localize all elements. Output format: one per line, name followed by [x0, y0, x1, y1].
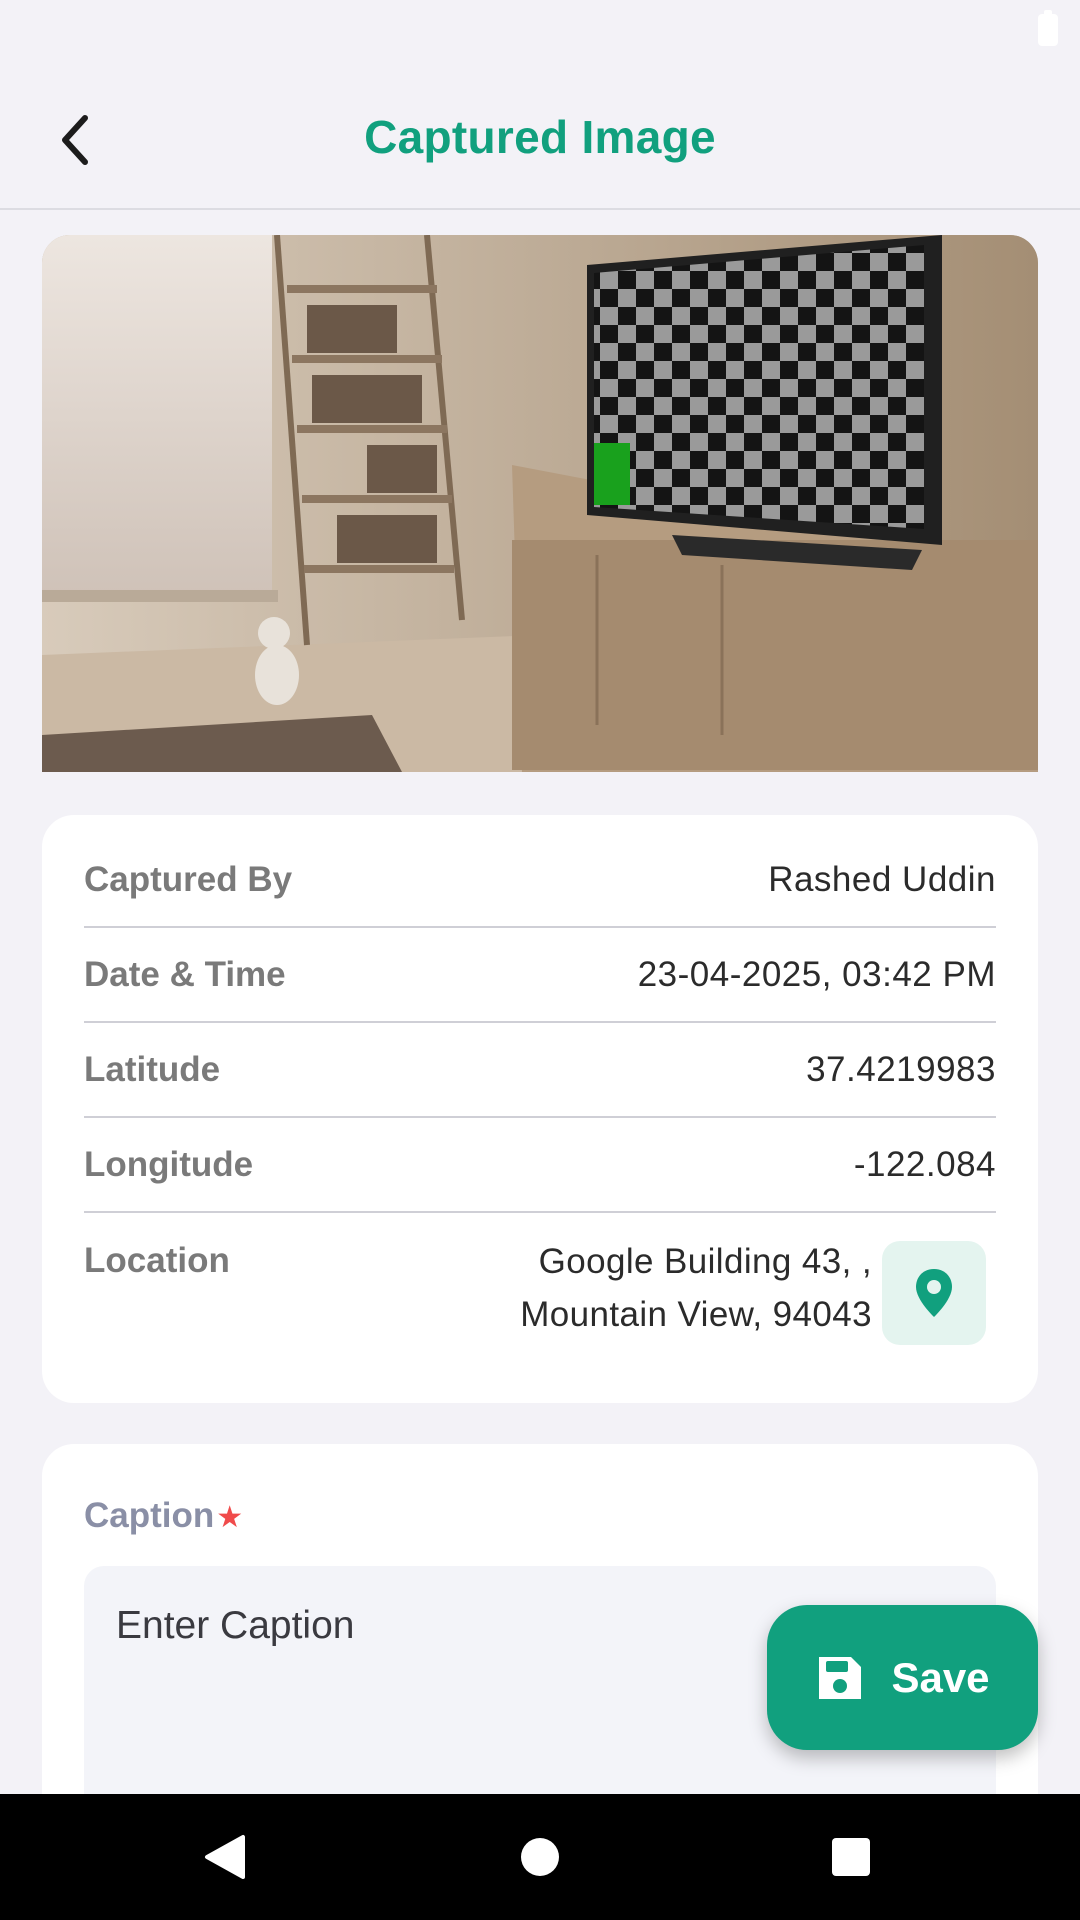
- map-pin-icon: [916, 1269, 952, 1317]
- nav-back-button[interactable]: [190, 1822, 260, 1892]
- detail-label: Location: [84, 1241, 230, 1280]
- detail-row-captured-by: Captured By Rashed Uddin: [84, 815, 996, 928]
- caption-label: Caption★: [84, 1496, 996, 1536]
- required-star-icon: ★: [216, 1501, 244, 1534]
- location-line-2: Mountain View, 94043: [520, 1295, 872, 1334]
- circle-home-icon: [521, 1838, 559, 1876]
- page-title: Captured Image: [364, 111, 716, 163]
- location-line-1: Google Building 43, ,: [538, 1242, 872, 1281]
- detail-label: Date & Time: [84, 954, 286, 994]
- captured-photo-image: [42, 235, 1038, 772]
- detail-row-longitude: Longitude -122.084: [84, 1118, 996, 1213]
- detail-row-date-time: Date & Time 23-04-2025, 03:42 PM: [84, 928, 996, 1023]
- save-button-label: Save: [891, 1653, 990, 1701]
- square-recents-icon: [832, 1838, 870, 1876]
- detail-label: Longitude: [84, 1144, 254, 1184]
- details-card: Captured By Rashed Uddin Date & Time 23-…: [42, 815, 1038, 1403]
- nav-recents-button[interactable]: [816, 1822, 886, 1892]
- location-address: Google Building 43, , Mountain View, 940…: [520, 1235, 872, 1341]
- battery-icon: [1038, 10, 1058, 46]
- detail-label: Captured By: [84, 859, 293, 899]
- detail-value: Rashed Uddin: [768, 859, 996, 899]
- detail-value: -122.084: [853, 1144, 996, 1184]
- detail-value: 23-04-2025, 03:42 PM: [637, 954, 996, 994]
- captured-photo: [42, 235, 1038, 772]
- app-bar: Captured Image: [0, 70, 1080, 210]
- detail-label: Latitude: [84, 1049, 221, 1089]
- open-map-button[interactable]: [882, 1241, 986, 1345]
- status-bar: [0, 0, 1080, 70]
- detail-row-latitude: Latitude 37.4219983: [84, 1023, 996, 1118]
- scroll-content[interactable]: Captured By Rashed Uddin Date & Time 23-…: [0, 212, 1080, 1794]
- detail-row-location: Location Google Building 43, , Mountain …: [84, 1213, 996, 1345]
- caption-label-text: Caption: [84, 1496, 215, 1535]
- triangle-back-icon: [205, 1835, 245, 1879]
- nav-home-button[interactable]: [505, 1822, 575, 1892]
- save-button[interactable]: Save: [767, 1605, 1038, 1750]
- system-nav-bar: [0, 1794, 1080, 1920]
- detail-value: 37.4219983: [806, 1049, 996, 1089]
- floppy-disk-icon: [819, 1656, 862, 1699]
